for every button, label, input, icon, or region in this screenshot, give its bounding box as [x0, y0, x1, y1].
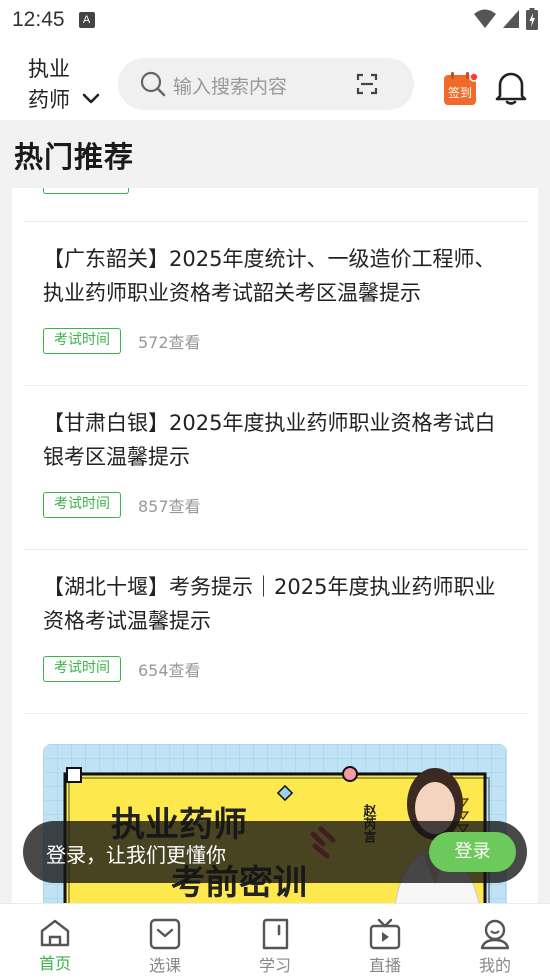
tab-study-label: 学习	[258, 956, 291, 975]
partial-tag	[43, 188, 129, 194]
profile-icon	[480, 919, 510, 950]
article-tag: 考试时间	[43, 492, 121, 518]
tab-courses[interactable]: 选课	[110, 904, 220, 979]
divider	[24, 221, 528, 222]
book-icon	[262, 918, 289, 950]
recommend-card: 【广东韶关】2025年度统计、一级造价工程师、执业药师职业资格考试韶关考区温馨提…	[12, 188, 538, 903]
bottom-tab-bar: 首页 选课 学习 直播 我的	[0, 903, 550, 979]
exam-selector-line2: 药师	[28, 88, 70, 112]
exam-selector-line1: 执业	[28, 57, 70, 81]
article-meta: 考试时间 654查看	[43, 656, 513, 682]
divider	[24, 549, 528, 550]
tab-home-label: 首页	[38, 954, 71, 973]
search-input[interactable]: 输入搜索内容	[173, 72, 287, 99]
exam-selector[interactable]: 执业 药师	[28, 54, 100, 116]
checkin-label: 签到	[448, 85, 472, 100]
tab-home[interactable]: 首页	[0, 904, 110, 979]
tab-profile[interactable]: 我的	[440, 904, 550, 979]
chevron-down-icon	[82, 93, 100, 104]
divider	[24, 713, 528, 714]
recommend-list[interactable]: 【广东韶关】2025年度统计、一级造价工程师、执业药师职业资格考试韶关考区温馨提…	[0, 188, 550, 903]
tab-live[interactable]: 直播	[330, 904, 440, 979]
search-bar[interactable]: 输入搜索内容	[118, 58, 414, 110]
status-time: 12:45	[12, 8, 65, 31]
login-prompt-text: 登录，让我们更懂你	[46, 843, 226, 867]
search-icon	[140, 71, 166, 97]
bell-icon[interactable]	[494, 70, 528, 106]
list-item[interactable]: 【湖北十堰】考务提示｜2025年度执业药师职业资格考试温馨提示 考试时间 654…	[43, 570, 513, 682]
login-prompt: 登录，让我们更懂你 登录	[23, 821, 527, 883]
signal-icon	[503, 10, 519, 28]
section-title: 热门推荐	[14, 140, 135, 174]
article-title: 【湖北十堰】考务提示｜2025年度执业药师职业资格考试温馨提示	[43, 575, 496, 633]
article-views: 654查看	[138, 661, 201, 680]
status-bar: 12:45 A	[0, 0, 550, 40]
article-views: 857查看	[138, 497, 201, 516]
article-views: 572查看	[138, 333, 201, 352]
checkin-icon[interactable]: 签到	[444, 72, 478, 106]
login-button[interactable]: 登录	[429, 832, 516, 872]
app-header: 执业 药师 输入搜索内容 签到	[0, 40, 550, 120]
notification-icon: A	[78, 12, 95, 28]
home-icon	[40, 919, 70, 947]
list-item[interactable]: 【广东韶关】2025年度统计、一级造价工程师、执业药师职业资格考试韶关考区温馨提…	[43, 242, 513, 354]
article-tag: 考试时间	[43, 328, 121, 354]
scan-icon[interactable]	[356, 73, 378, 95]
article-meta: 考试时间 572查看	[43, 328, 513, 354]
divider	[24, 385, 528, 386]
article-title: 【甘肃白银】2025年度执业药师职业资格考试白银考区温馨提示	[43, 411, 496, 469]
tab-study[interactable]: 学习	[220, 904, 330, 979]
article-title: 【广东韶关】2025年度统计、一级造价工程师、执业药师职业资格考试韶关考区温馨提…	[43, 247, 496, 305]
tab-live-label: 直播	[368, 956, 401, 975]
wifi-icon	[474, 9, 496, 28]
tab-courses-label: 选课	[148, 956, 181, 975]
list-item[interactable]: 【甘肃白银】2025年度执业药师职业资格考试白银考区温馨提示 考试时间 857查…	[43, 406, 513, 518]
tv-icon	[369, 918, 401, 950]
article-meta: 考试时间 857查看	[43, 492, 513, 518]
tab-profile-label: 我的	[478, 956, 511, 975]
status-icons	[474, 8, 538, 30]
battery-icon	[526, 8, 538, 30]
article-tag: 考试时间	[43, 656, 121, 682]
course-icon	[149, 918, 181, 950]
